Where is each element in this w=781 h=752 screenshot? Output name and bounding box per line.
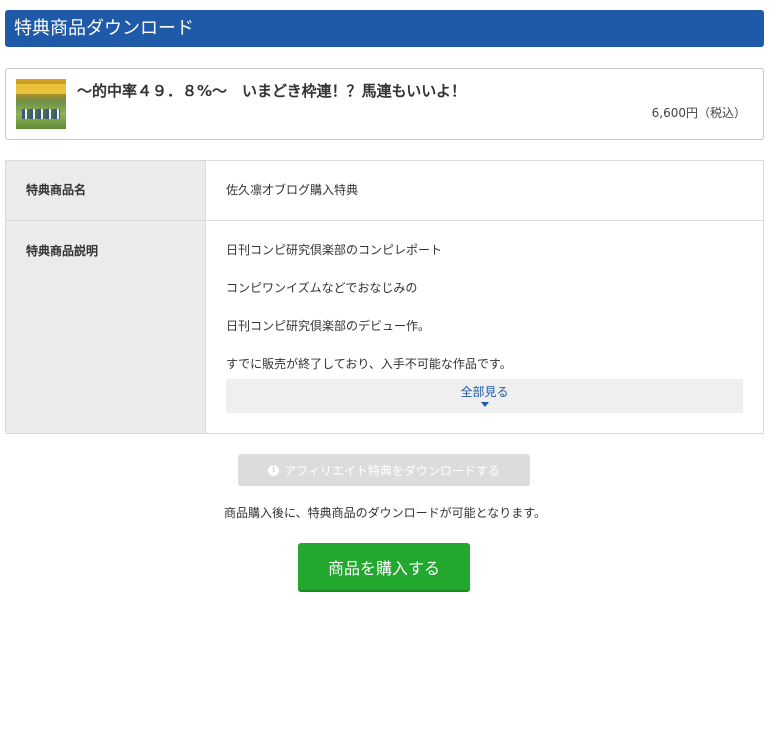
bonus-name-row: 特典商品名 佐久凛才ブログ購入特典 [6, 161, 763, 221]
bonus-description-row: 特典商品説明 日刊コンピ研究倶楽部のコンピレポート コンピワンイズムなどでおなじ… [6, 221, 763, 433]
page-header: 特典商品ダウンロード [5, 10, 764, 47]
download-bonus-label: アフィリエイト特典をダウンロードする [284, 463, 500, 478]
download-note: 商品購入後に、特典商品のダウンロードが可能となります。 [223, 506, 547, 520]
product-title[interactable]: 〜的中率４９．８%〜 いまどき枠連！？馬連もいいよ！ [77, 80, 466, 101]
product-thumbnail[interactable] [16, 79, 66, 129]
caret-down-icon [480, 402, 489, 407]
info-icon: i [268, 464, 280, 476]
see-all-button[interactable]: 全部見る [226, 379, 743, 413]
description-line: 日刊コンピ研究倶楽部のコンピレポート [226, 243, 443, 257]
thumbnail-people [22, 109, 60, 119]
bonus-description-label: 特典商品説明 [6, 221, 206, 433]
download-bonus-button[interactable]: i アフィリエイト特典をダウンロードする [238, 454, 530, 486]
bonus-name-value: 佐久凛才ブログ購入特典 [226, 183, 359, 197]
page-title: 特典商品ダウンロード [14, 18, 194, 39]
product-price: 6,600円（税込） [651, 106, 746, 120]
product-card: 〜的中率４９．８%〜 いまどき枠連！？馬連もいいよ！ 6,600円（税込） [5, 68, 764, 140]
bonus-description-text: 日刊コンピ研究倶楽部のコンピレポート コンピワンイズムなどでおなじみの 日刊コン… [226, 242, 743, 394]
bonus-info-table: 特典商品名 佐久凛才ブログ購入特典 特典商品説明 日刊コンピ研究倶楽部のコンピレ… [5, 160, 764, 434]
description-line: 日刊コンピ研究倶楽部のデビュー作。 [226, 319, 431, 333]
description-line: コンピワンイズムなどでおなじみの [226, 281, 418, 295]
buy-button[interactable]: 商品を購入する [298, 543, 470, 590]
thumbnail-banner [16, 84, 66, 94]
bonus-name-label: 特典商品名 [6, 161, 206, 220]
see-all-label: 全部見る [460, 385, 509, 399]
